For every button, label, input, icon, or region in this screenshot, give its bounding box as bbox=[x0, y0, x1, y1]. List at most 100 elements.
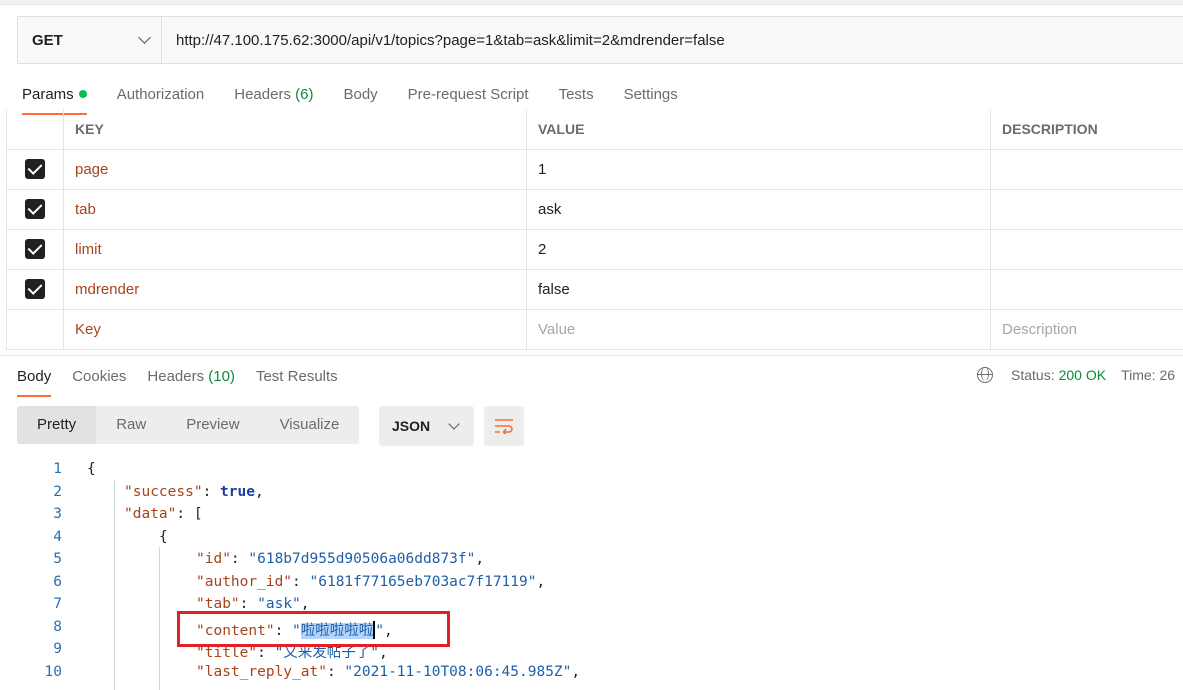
param-value-cell[interactable]: false bbox=[527, 269, 991, 309]
tab-headers-label: Headers bbox=[234, 86, 291, 103]
chevron-down-icon bbox=[448, 418, 459, 429]
json-boolean: true bbox=[220, 484, 255, 500]
param-checkbox[interactable] bbox=[25, 199, 45, 219]
tab-params-label: Params bbox=[22, 86, 74, 103]
json-key: "last_reply_at" bbox=[196, 664, 327, 680]
method-label: GET bbox=[32, 32, 63, 49]
json-string: "又来发帖子了" bbox=[275, 645, 379, 661]
new-param-row: Key Value Description bbox=[7, 309, 1183, 349]
tab-response-headers[interactable]: Headers (10) bbox=[147, 367, 235, 397]
column-key: KEY bbox=[64, 109, 527, 149]
line-number: 8 bbox=[0, 619, 62, 635]
param-key-cell[interactable]: mdrender bbox=[64, 269, 527, 309]
tab-response-headers-count: (10) bbox=[208, 368, 235, 385]
table-row: page 1 bbox=[7, 149, 1183, 189]
json-key: "success" bbox=[124, 484, 203, 500]
json-string: "6181f77165eb703ac7f17119" bbox=[310, 574, 537, 590]
code-line: { bbox=[159, 529, 168, 545]
param-value-cell[interactable]: 1 bbox=[527, 149, 991, 189]
json-key: "tab" bbox=[196, 596, 240, 612]
table-row: tab ask bbox=[7, 189, 1183, 229]
code-line: "author_id": "6181f77165eb703ac7f17119", bbox=[196, 574, 545, 590]
json-key: "data" bbox=[124, 506, 176, 522]
annotation-highlight-box bbox=[177, 611, 450, 647]
params-active-dot-icon bbox=[79, 90, 87, 98]
view-raw-button[interactable]: Raw bbox=[96, 406, 166, 444]
wrap-lines-icon bbox=[494, 418, 514, 434]
line-number: 6 bbox=[0, 574, 62, 590]
view-pretty-button[interactable]: Pretty bbox=[17, 406, 96, 444]
header-checkbox-cell bbox=[7, 109, 64, 149]
json-key: "title" bbox=[196, 645, 257, 661]
param-key-cell[interactable]: tab bbox=[64, 189, 527, 229]
json-key: "author_id" bbox=[196, 574, 292, 590]
request-bar: GET http://47.100.175.62:3000/api/v1/top… bbox=[17, 16, 1183, 64]
line-number: 3 bbox=[0, 506, 62, 522]
tab-headers-count: (6) bbox=[295, 86, 313, 103]
indent-guide bbox=[159, 547, 160, 690]
method-select[interactable]: GET bbox=[18, 17, 162, 63]
empty-checkbox-cell bbox=[7, 309, 64, 349]
new-key-input[interactable]: Key bbox=[64, 309, 527, 349]
json-string: "ask" bbox=[257, 596, 301, 612]
param-key-cell[interactable]: limit bbox=[64, 229, 527, 269]
code-line: "tab": "ask", bbox=[196, 596, 310, 612]
column-value: VALUE bbox=[527, 109, 991, 149]
line-number: 5 bbox=[0, 551, 62, 567]
table-row: limit 2 bbox=[7, 229, 1183, 269]
json-key: "id" bbox=[196, 551, 231, 567]
param-description-cell[interactable] bbox=[991, 269, 1183, 309]
response-status: Status: 200 OK Time: 26 bbox=[977, 367, 1175, 383]
tab-cookies[interactable]: Cookies bbox=[72, 367, 126, 397]
json-string: "618b7d955d90506a06dd873f" bbox=[248, 551, 475, 567]
param-description-cell[interactable] bbox=[991, 189, 1183, 229]
brace-open: { bbox=[87, 461, 96, 477]
response-divider[interactable] bbox=[0, 355, 1183, 356]
code-line: { bbox=[87, 461, 96, 477]
view-preview-button[interactable]: Preview bbox=[166, 406, 259, 444]
tab-response-headers-label: Headers bbox=[147, 368, 204, 385]
view-visualize-button[interactable]: Visualize bbox=[260, 406, 360, 444]
tab-test-results[interactable]: Test Results bbox=[256, 367, 338, 397]
param-checkbox[interactable] bbox=[25, 279, 45, 299]
code-line: "last_reply_at": "2021-11-10T08:06:45.98… bbox=[196, 664, 580, 680]
param-value-cell[interactable]: 2 bbox=[527, 229, 991, 269]
format-select[interactable]: JSON bbox=[379, 406, 474, 446]
code-line: "data": [ bbox=[124, 506, 203, 522]
url-input[interactable]: http://47.100.175.62:3000/api/v1/topics?… bbox=[162, 17, 1183, 63]
line-number: 7 bbox=[0, 596, 62, 612]
line-number: 4 bbox=[0, 529, 62, 545]
wrap-lines-button[interactable] bbox=[484, 406, 524, 446]
column-description: DESCRIPTION bbox=[991, 109, 1183, 149]
param-key-cell[interactable]: page bbox=[64, 149, 527, 189]
param-description-cell[interactable] bbox=[991, 229, 1183, 269]
new-description-input[interactable]: Description bbox=[991, 309, 1183, 349]
line-number: 9 bbox=[0, 641, 62, 657]
param-description-cell[interactable] bbox=[991, 149, 1183, 189]
bracket-open: [ bbox=[194, 506, 203, 522]
code-line: "id": "618b7d955d90506a06dd873f", bbox=[196, 551, 484, 567]
table-row: mdrender false bbox=[7, 269, 1183, 309]
indent-guide bbox=[114, 480, 115, 690]
line-number: 10 bbox=[0, 664, 62, 680]
param-checkbox[interactable] bbox=[25, 239, 45, 259]
params-table: KEY VALUE DESCRIPTION page 1 tab ask lim… bbox=[6, 109, 1183, 350]
json-string: "2021-11-10T08:06:45.985Z" bbox=[344, 664, 571, 680]
response-tabs: Body Cookies Headers (10) Test Results bbox=[17, 367, 359, 397]
param-checkbox[interactable] bbox=[25, 159, 45, 179]
chevron-down-icon bbox=[138, 31, 151, 44]
line-number: 2 bbox=[0, 484, 62, 500]
status-value[interactable]: 200 OK bbox=[1059, 367, 1106, 383]
code-line: "success": true, bbox=[124, 484, 264, 500]
param-value-cell[interactable]: ask bbox=[527, 189, 991, 229]
line-number: 1 bbox=[0, 461, 62, 477]
tab-response-body[interactable]: Body bbox=[17, 367, 51, 397]
new-value-input[interactable]: Value bbox=[527, 309, 991, 349]
time-label[interactable]: Time: 26 bbox=[1121, 367, 1175, 383]
view-mode-toggle: Pretty Raw Preview Visualize bbox=[17, 406, 359, 444]
window-top-edge bbox=[0, 0, 1183, 5]
params-header-row: KEY VALUE DESCRIPTION bbox=[7, 109, 1183, 149]
globe-icon[interactable] bbox=[977, 367, 993, 383]
format-label: JSON bbox=[392, 418, 430, 434]
brace-open: { bbox=[159, 529, 168, 545]
